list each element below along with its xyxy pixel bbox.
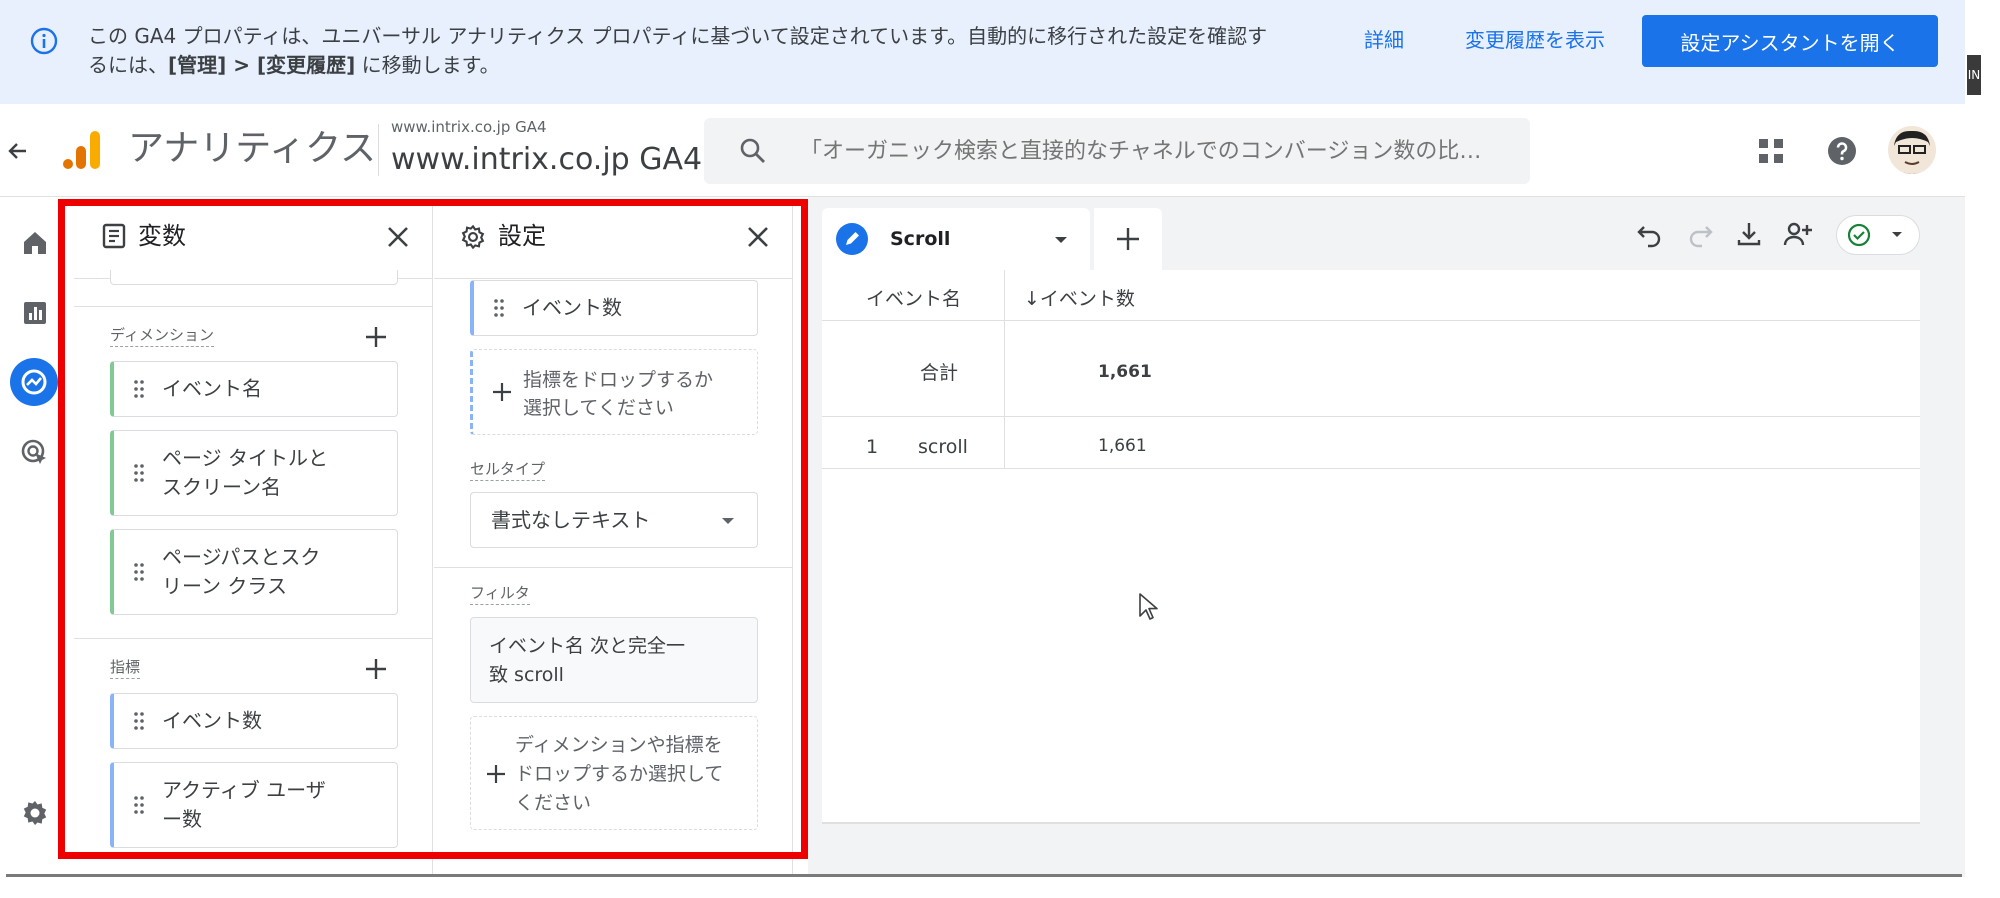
- table-total-divider: [822, 416, 1920, 417]
- banner-line-1: この GA4 プロパティは、ユニバーサル アナリティクス プロパティに基づいて設…: [88, 24, 1268, 48]
- add-dimension-icon[interactable]: [363, 324, 389, 350]
- dimension-chip-event-name[interactable]: イベント名: [110, 361, 398, 417]
- close-settings-icon[interactable]: [744, 223, 772, 251]
- add-metric-drop-icon: [493, 383, 511, 401]
- dimension-chip-page-path[interactable]: ページパスとスク リーン クラス: [110, 529, 398, 615]
- home-icon[interactable]: [18, 226, 52, 260]
- drag-handle-icon[interactable]: [134, 563, 144, 581]
- total-value: 1,661: [1098, 362, 1152, 382]
- status-menu[interactable]: [1836, 215, 1920, 255]
- dimension-chip-label: イベント名: [162, 376, 262, 401]
- dimension-chip-label: ページパスとスク リーン クラス: [162, 545, 321, 598]
- drag-handle-icon[interactable]: [134, 464, 144, 482]
- bottom-margin: [0, 877, 1965, 898]
- table-row-event-count: 1,661: [1098, 436, 1147, 456]
- check-circle-icon: [1847, 223, 1871, 247]
- share-user-icon[interactable]: [1782, 219, 1812, 249]
- dimensions-label: ディメンション: [110, 326, 214, 347]
- metric-chip-label: イベント数: [162, 708, 262, 733]
- variables-title: 変数: [138, 222, 186, 250]
- metric-chip-active-users[interactable]: アクティブ ユーザ ー数: [110, 762, 398, 848]
- advertising-icon[interactable]: [18, 436, 52, 470]
- table-row-divider: [822, 468, 1920, 469]
- dimensions-divider: [74, 306, 432, 307]
- search-icon: [738, 136, 768, 166]
- property-selector[interactable]: www.intrix.co.jp GA4: [391, 140, 702, 180]
- total-label: 合計: [920, 362, 959, 384]
- apps-grid-icon[interactable]: [1757, 137, 1785, 165]
- reports-icon[interactable]: [18, 296, 52, 330]
- clipped-chip: [110, 270, 398, 285]
- filter-drop-text: ディメンションや指標を ドロップするか選択して ください: [515, 734, 724, 814]
- banner-message: この GA4 プロパティは、ユニバーサル アナリティクス プロパティに基づいて設…: [88, 22, 1318, 80]
- column-header-event-name[interactable]: イベント名: [866, 286, 961, 312]
- filter-label: フィルタ: [470, 584, 530, 605]
- help-icon[interactable]: [1826, 135, 1858, 167]
- open-setup-assistant-button[interactable]: 設定アシスタントを開く: [1642, 15, 1938, 67]
- drag-handle-icon[interactable]: [134, 712, 144, 730]
- explore-icon: [17, 365, 51, 399]
- settings-gear-icon: [458, 222, 488, 252]
- download-icon[interactable]: [1734, 219, 1764, 249]
- add-filter-icon: [487, 765, 505, 783]
- metrics-label: 指標: [110, 658, 141, 679]
- chevron-down-icon: [1892, 232, 1902, 237]
- filter-chip-text: イベント名 次と完全一 致 scroll: [489, 635, 686, 686]
- cell-type-select[interactable]: 書式なしテキスト: [470, 492, 758, 548]
- details-link[interactable]: 詳細: [1364, 26, 1404, 54]
- pencil-icon: [836, 223, 868, 255]
- banner-line-2: るには、[管理] > [変更履歴] に移動します。: [88, 53, 500, 77]
- table-column-divider: [1004, 270, 1005, 468]
- undo-icon[interactable]: [1635, 219, 1665, 249]
- tab-menu-caret-icon[interactable]: [1054, 236, 1068, 245]
- table-row-index: 1: [866, 436, 879, 458]
- metric-drop-zone[interactable]: 指標をドロップするか 選択してください: [470, 349, 758, 435]
- add-tab-button[interactable]: [1094, 208, 1162, 270]
- dimension-chip-page-title[interactable]: ページ タイトルと スクリーン名: [110, 430, 398, 516]
- right-edge-badge: IN: [1967, 55, 1981, 95]
- free-form-table: [822, 270, 1920, 824]
- table-row-event-name[interactable]: scroll: [918, 434, 968, 460]
- values-chip-event-count[interactable]: イベント数: [470, 280, 758, 336]
- filter-drop-zone[interactable]: ディメンションや指標を ドロップするか選択して ください: [470, 716, 758, 830]
- metric-chip-label: アクティブ ユーザ ー数: [162, 778, 326, 831]
- filter-chip[interactable]: イベント名 次と完全一 致 scroll: [470, 617, 758, 703]
- settings-header-divider: [434, 278, 792, 279]
- avatar[interactable]: [1888, 126, 1936, 174]
- column-header-event-count[interactable]: ↓イベント数: [1024, 286, 1135, 312]
- filter-divider: [434, 567, 792, 568]
- account-name[interactable]: www.intrix.co.jp GA4: [391, 118, 547, 136]
- add-metric-icon[interactable]: [363, 656, 389, 682]
- analytics-logo-icon: [60, 128, 104, 172]
- close-variables-icon[interactable]: [384, 223, 412, 251]
- metrics-divider: [74, 638, 432, 639]
- info-icon: [30, 27, 58, 55]
- settings-title: 設定: [498, 222, 546, 250]
- metric-chip-event-count[interactable]: イベント数: [110, 693, 398, 749]
- dimension-chip-label: ページ タイトルと スクリーン名: [162, 446, 328, 499]
- cell-type-label: セルタイプ: [470, 460, 546, 481]
- table-header-divider: [822, 320, 1920, 321]
- dropdown-caret-icon: [722, 518, 734, 524]
- back-arrow-icon[interactable]: [4, 137, 32, 165]
- drag-handle-icon[interactable]: [134, 796, 144, 814]
- search-input[interactable]: [800, 118, 1520, 184]
- header-divider: [378, 124, 379, 176]
- app-name: アナリティクス: [128, 128, 377, 169]
- drag-handle-icon[interactable]: [494, 299, 504, 317]
- plus-icon: [1117, 228, 1139, 250]
- admin-gear-icon[interactable]: [18, 796, 52, 830]
- variables-icon: [100, 222, 128, 250]
- right-edge-strip: [1965, 0, 2000, 898]
- values-chip-label: イベント数: [522, 295, 622, 320]
- cell-type-value: 書式なしテキスト: [491, 508, 651, 532]
- drag-handle-icon[interactable]: [134, 380, 144, 398]
- redo-icon[interactable]: [1685, 219, 1715, 249]
- metric-drop-text: 指標をドロップするか 選択してください: [523, 369, 714, 419]
- mouse-cursor-icon: [1138, 592, 1160, 622]
- tab-scroll[interactable]: Scroll: [822, 208, 1090, 270]
- view-history-link[interactable]: 変更履歴を表示: [1465, 26, 1605, 54]
- tab-name: Scroll: [890, 228, 951, 250]
